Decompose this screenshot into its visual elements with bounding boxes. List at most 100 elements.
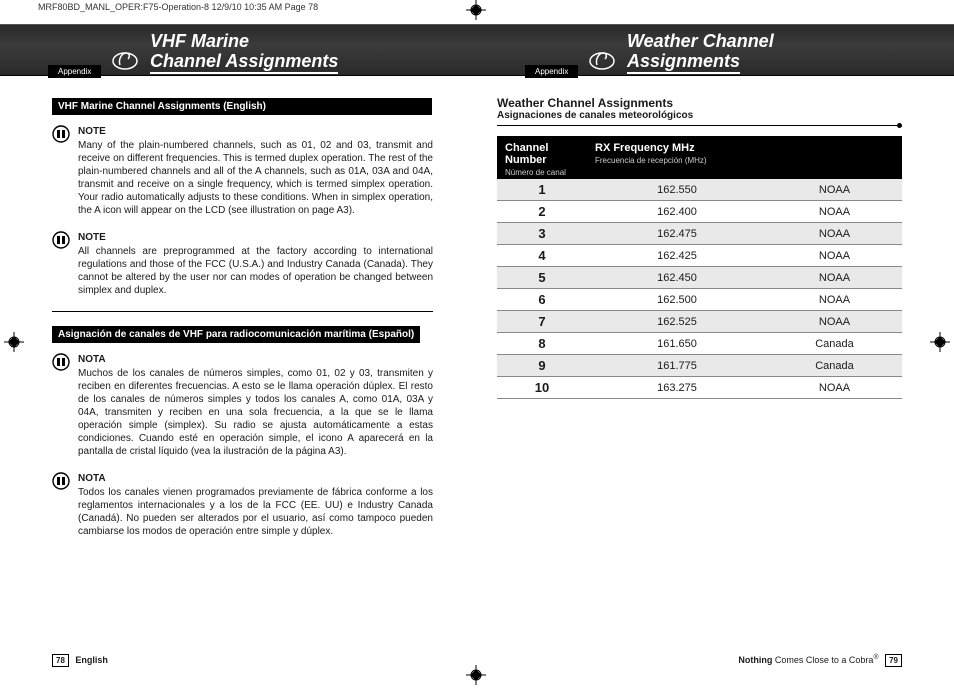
footer-left: 78 English	[52, 654, 108, 667]
cell-channel: 7	[497, 311, 587, 333]
table-row: 5162.450NOAA	[497, 267, 902, 289]
cell-channel: 5	[497, 267, 587, 289]
nota-body: NOTA Todos los canales vienen programado…	[78, 472, 433, 538]
cell-source: NOAA	[767, 267, 902, 289]
note-block: NOTE Many of the plain-numbered channels…	[52, 125, 433, 217]
cell-channel: 9	[497, 355, 587, 377]
cell-source: Canada	[767, 333, 902, 355]
registration-mark-icon	[466, 665, 486, 685]
section-divider	[52, 311, 433, 312]
table-row: 4162.425NOAA	[497, 245, 902, 267]
col-header-channel: Channel Number Número de canal	[497, 136, 587, 179]
footer-right: Nothing Comes Close to a Cobra® 79	[738, 654, 902, 667]
cell-frequency: 162.400	[587, 201, 767, 223]
weather-heading-block: Weather Channel Assignments Asignaciones…	[497, 96, 902, 126]
nota-body: NOTA Muchos de los canales de números si…	[78, 353, 433, 458]
cell-source: NOAA	[767, 311, 902, 333]
banner-left-line1: VHF Marine	[150, 31, 338, 51]
table-row: 1162.550NOAA	[497, 179, 902, 201]
note-text-content: All channels are preprogrammed at the fa…	[78, 246, 433, 296]
banner-left: VHF Marine Channel Assignments Appendix	[0, 25, 477, 75]
banner-right: Weather Channel Assignments Appendix	[477, 25, 954, 75]
cell-source: NOAA	[767, 223, 902, 245]
table-row: 10163.275NOAA	[497, 377, 902, 399]
note-body: NOTE Many of the plain-numbered channels…	[78, 125, 433, 217]
print-job-text: MRF80BD_MANL_OPER:F75-Operation-8 12/9/1…	[38, 2, 318, 12]
cell-source: Canada	[767, 355, 902, 377]
section-bar-english: VHF Marine Channel Assignments (English)	[52, 98, 432, 115]
col-header-channel-sub: Número de canal	[505, 168, 579, 177]
page-number-left: 78	[52, 654, 69, 667]
cell-frequency: 162.525	[587, 311, 767, 333]
note-text-content: Many of the plain-numbered channels, suc…	[78, 140, 433, 216]
cell-frequency: 162.425	[587, 245, 767, 267]
note-block: NOTE All channels are preprogrammed at t…	[52, 231, 433, 297]
cell-source: NOAA	[767, 377, 902, 399]
weather-title: Weather Channel Assignments	[497, 96, 902, 110]
note-label: NOTE	[78, 125, 433, 138]
table-row: 9161.775Canada	[497, 355, 902, 377]
footer-tagline-bold: Nothing	[738, 655, 772, 665]
page-content: VHF Marine Channel Assignments (English)…	[0, 88, 954, 658]
section-bar-spanish: Asignación de canales de VHF para radioc…	[52, 326, 420, 343]
cobra-snake-icon	[112, 45, 138, 71]
nota-label: NOTA	[78, 353, 433, 366]
appendix-tab-right: Appendix	[525, 65, 578, 78]
note-icon	[52, 125, 70, 143]
note-icon	[52, 353, 70, 371]
col-header-channel-label: Channel Number	[505, 142, 548, 166]
note-body: NOTE All channels are preprogrammed at t…	[78, 231, 433, 297]
note-icon	[52, 231, 70, 249]
col-header-freq-label: RX Frequency MHz	[595, 142, 695, 154]
nota-block: NOTA Todos los canales vienen programado…	[52, 472, 433, 538]
table-row: 8161.650Canada	[497, 333, 902, 355]
nota-text-content: Todos los canales vienen programados pre…	[78, 487, 433, 537]
page-number-right: 79	[885, 654, 902, 667]
weather-subtitle: Asignaciones de canales meteorológicos	[497, 110, 902, 121]
cell-frequency: 162.550	[587, 179, 767, 201]
cell-source: NOAA	[767, 201, 902, 223]
page-banner: VHF Marine Channel Assignments Appendix …	[0, 24, 954, 76]
cell-source: NOAA	[767, 289, 902, 311]
weather-channel-table: Channel Number Número de canal RX Freque…	[497, 136, 902, 399]
table-row: 7162.525NOAA	[497, 311, 902, 333]
registration-mark-icon	[466, 0, 486, 20]
cell-frequency: 163.275	[587, 377, 767, 399]
right-column: Weather Channel Assignments Asignaciones…	[477, 88, 954, 658]
cell-channel: 1	[497, 179, 587, 201]
cell-frequency: 162.475	[587, 223, 767, 245]
trademark-icon: ®	[873, 654, 878, 661]
banner-right-line1: Weather Channel	[627, 31, 774, 51]
note-label: NOTE	[78, 231, 433, 244]
cell-channel: 3	[497, 223, 587, 245]
rule-end-dot-icon	[897, 123, 902, 128]
table-row: 2162.400NOAA	[497, 201, 902, 223]
cell-source: NOAA	[767, 245, 902, 267]
left-column: VHF Marine Channel Assignments (English)…	[0, 88, 477, 658]
print-job-header: MRF80BD_MANL_OPER:F75-Operation-8 12/9/1…	[38, 2, 318, 12]
cell-frequency: 162.450	[587, 267, 767, 289]
table-row: 6162.500NOAA	[497, 289, 902, 311]
cell-frequency: 161.650	[587, 333, 767, 355]
cell-channel: 8	[497, 333, 587, 355]
cell-frequency: 161.775	[587, 355, 767, 377]
col-header-freq-sub: Frecuencia de recepción (MHz)	[595, 156, 894, 165]
cell-channel: 2	[497, 201, 587, 223]
nota-label: NOTA	[78, 472, 433, 485]
banner-left-line2: Channel Assignments	[150, 51, 338, 74]
footer-left-lang: English	[75, 655, 108, 665]
table-row: 3162.475NOAA	[497, 223, 902, 245]
cell-channel: 10	[497, 377, 587, 399]
cell-channel: 4	[497, 245, 587, 267]
footer-tagline-rest: Comes Close to a Cobra	[772, 655, 873, 665]
cell-frequency: 162.500	[587, 289, 767, 311]
cell-channel: 6	[497, 289, 587, 311]
nota-block: NOTA Muchos de los canales de números si…	[52, 353, 433, 458]
banner-left-title: VHF Marine Channel Assignments	[150, 31, 338, 74]
nota-text-content: Muchos de los canales de números simples…	[78, 368, 433, 457]
note-icon	[52, 472, 70, 490]
banner-right-line2: Assignments	[627, 51, 740, 74]
banner-right-title: Weather Channel Assignments	[627, 31, 774, 74]
page-footer: 78 English Nothing Comes Close to a Cobr…	[0, 654, 954, 667]
cobra-snake-icon	[589, 45, 615, 71]
